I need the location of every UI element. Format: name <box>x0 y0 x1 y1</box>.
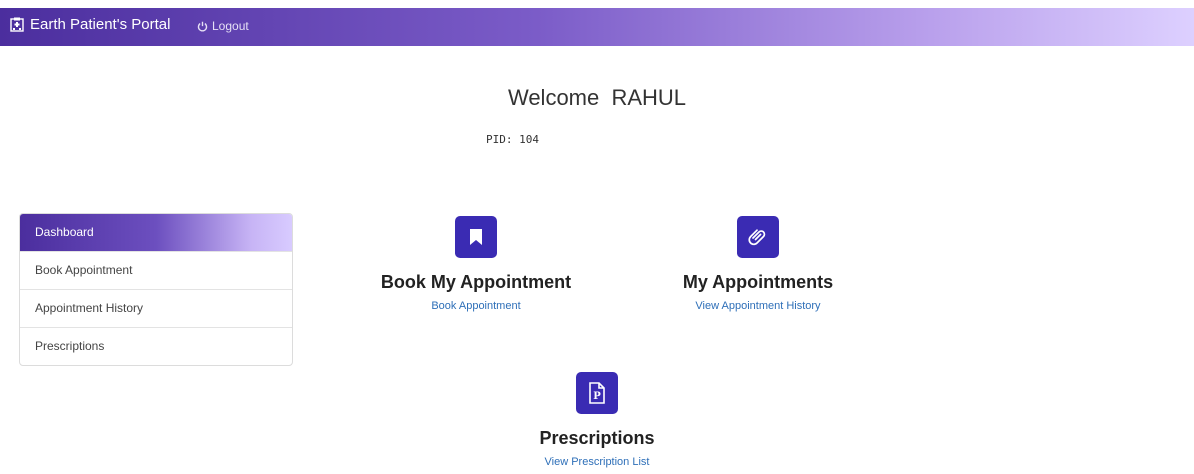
view-appointment-history-link[interactable]: View Appointment History <box>648 300 868 312</box>
sidebar-item-prescriptions[interactable]: Prescriptions <box>20 327 292 365</box>
book-appointment-card: Book My Appointment Book Appointment <box>366 216 586 312</box>
paperclip-icon <box>737 216 779 258</box>
prescriptions-card: P Prescriptions View Prescription List <box>487 372 707 468</box>
welcome-heading: Welcome RAHUL <box>507 85 687 110</box>
patient-id: PID: 104 <box>486 133 539 146</box>
card-title: Book My Appointment <box>380 272 572 292</box>
sidebar-item-dashboard[interactable]: Dashboard <box>20 214 292 251</box>
logout-label: Logout <box>212 19 249 33</box>
card-title: Prescriptions <box>539 428 655 448</box>
svg-text:P: P <box>593 391 601 402</box>
logout-link[interactable]: Logout <box>197 19 249 33</box>
power-icon <box>197 21 208 31</box>
prescription-file-icon: P <box>576 372 618 414</box>
bookmark-icon <box>455 216 497 258</box>
hospital-icon <box>10 17 24 32</box>
sidebar-item-book-appointment[interactable]: Book Appointment <box>20 251 292 289</box>
card-title: My Appointments <box>682 272 834 292</box>
sidebar-item-appointment-history[interactable]: Appointment History <box>20 289 292 327</box>
book-appointment-link[interactable]: Book Appointment <box>366 300 586 312</box>
my-appointments-card: My Appointments View Appointment History <box>648 216 868 312</box>
brand[interactable]: Earth Patient's Portal <box>10 16 170 33</box>
sidebar-menu: Dashboard Book Appointment Appointment H… <box>19 213 293 366</box>
top-navbar: Earth Patient's Portal Logout <box>0 8 1194 46</box>
view-prescription-list-link[interactable]: View Prescription List <box>487 456 707 468</box>
brand-label: Earth Patient's Portal <box>30 16 171 33</box>
